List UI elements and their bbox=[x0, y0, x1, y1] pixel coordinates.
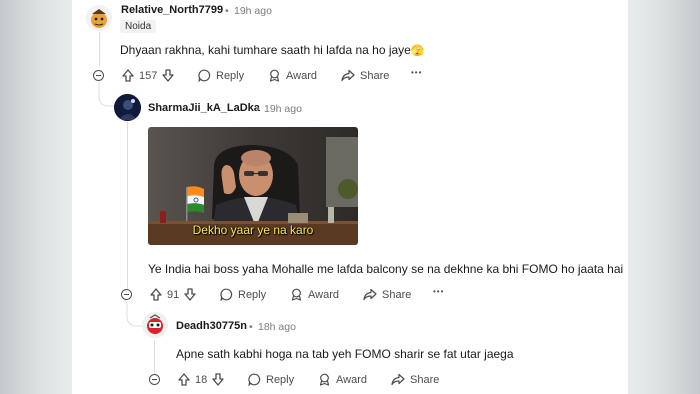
separator-dot: • bbox=[256, 103, 260, 115]
vote-count: 18 bbox=[195, 373, 208, 386]
share-label: Share bbox=[360, 69, 390, 82]
more-options-button[interactable]: ••• bbox=[433, 287, 444, 296]
comment-text: Dhyaan rakhna, kahi tumhare saath hi laf… bbox=[120, 43, 411, 57]
reply-label: Reply bbox=[216, 69, 245, 82]
vote-controls: 18 bbox=[178, 373, 224, 386]
vote-controls: 157 bbox=[122, 69, 175, 82]
comment-icon bbox=[220, 288, 233, 301]
share-label: Share bbox=[382, 288, 412, 301]
award-label: Award bbox=[336, 373, 367, 386]
downvote-icon[interactable] bbox=[162, 69, 175, 82]
award-icon bbox=[290, 288, 303, 301]
comment-body: Ye India hai boss yaha Mohalle me lafda … bbox=[148, 262, 624, 276]
comment-author[interactable]: Relative_North7799 bbox=[121, 4, 223, 16]
vote-controls: 91 bbox=[150, 288, 196, 301]
award-icon bbox=[318, 373, 331, 386]
reply-button[interactable]: Reply bbox=[220, 288, 266, 301]
upvote-icon[interactable] bbox=[150, 288, 162, 301]
more-options-button[interactable]: ••• bbox=[411, 68, 422, 77]
vote-count: 157 bbox=[139, 69, 158, 82]
share-icon bbox=[341, 69, 355, 82]
downvote-icon[interactable] bbox=[184, 288, 196, 301]
collapse-button[interactable] bbox=[121, 289, 132, 300]
comment-author[interactable]: Deadh30775n bbox=[176, 320, 247, 332]
reply-label: Reply bbox=[238, 288, 267, 301]
downvote-icon[interactable] bbox=[212, 373, 224, 386]
comment-timestamp[interactable]: 18h ago bbox=[258, 321, 296, 333]
award-label: Award bbox=[308, 288, 339, 301]
separator-dot: • bbox=[225, 5, 229, 17]
avatar[interactable] bbox=[86, 5, 112, 31]
reply-label: Reply bbox=[266, 373, 295, 386]
share-button[interactable]: Share bbox=[391, 373, 439, 386]
share-icon bbox=[363, 288, 377, 301]
comment-body: Apne sath kabhi hoga na tab yeh FOMO sha… bbox=[176, 347, 514, 361]
upvote-icon[interactable] bbox=[122, 69, 134, 82]
share-icon bbox=[391, 373, 405, 386]
user-flair: Noida bbox=[120, 20, 157, 33]
award-button[interactable]: Award bbox=[268, 69, 317, 82]
reply-button[interactable]: Reply bbox=[198, 69, 244, 82]
thread-line[interactable] bbox=[127, 122, 128, 290]
award-icon bbox=[268, 69, 281, 82]
thread-line[interactable] bbox=[99, 32, 100, 66]
avatar[interactable] bbox=[142, 312, 168, 338]
vote-count: 91 bbox=[167, 288, 180, 301]
comment-author[interactable]: SharmaJii_kA_LaDka bbox=[148, 102, 260, 114]
comment-timestamp[interactable]: 19h ago bbox=[234, 5, 272, 17]
comment-icon bbox=[248, 373, 261, 386]
thread-line[interactable] bbox=[154, 340, 155, 374]
comment-icon bbox=[198, 69, 211, 82]
separator-dot: • bbox=[249, 321, 253, 333]
comment-gif[interactable]: Dekho yaar ye na karo bbox=[148, 127, 358, 245]
award-button[interactable]: Award bbox=[290, 288, 339, 301]
collapse-button[interactable] bbox=[93, 70, 104, 81]
share-button[interactable]: Share bbox=[363, 288, 411, 301]
upvote-icon[interactable] bbox=[178, 373, 190, 386]
award-button[interactable]: Award bbox=[318, 373, 367, 386]
comment-timestamp[interactable]: 19h ago bbox=[264, 103, 302, 115]
share-button[interactable]: Share bbox=[341, 69, 389, 82]
share-label: Share bbox=[410, 373, 440, 386]
collapse-button[interactable] bbox=[149, 374, 160, 385]
emoji: 🫣 bbox=[410, 45, 425, 57]
comment-body: Dhyaan rakhna, kahi tumhare saath hi laf… bbox=[120, 43, 425, 57]
award-label: Award bbox=[286, 69, 317, 82]
gif-caption: Dekho yaar ye na karo bbox=[192, 223, 314, 237]
reply-button[interactable]: Reply bbox=[248, 373, 294, 386]
avatar[interactable] bbox=[114, 94, 141, 121]
comment-thread: Relative_North7799 • 19h ago Noida Dhyaa… bbox=[72, 0, 628, 394]
